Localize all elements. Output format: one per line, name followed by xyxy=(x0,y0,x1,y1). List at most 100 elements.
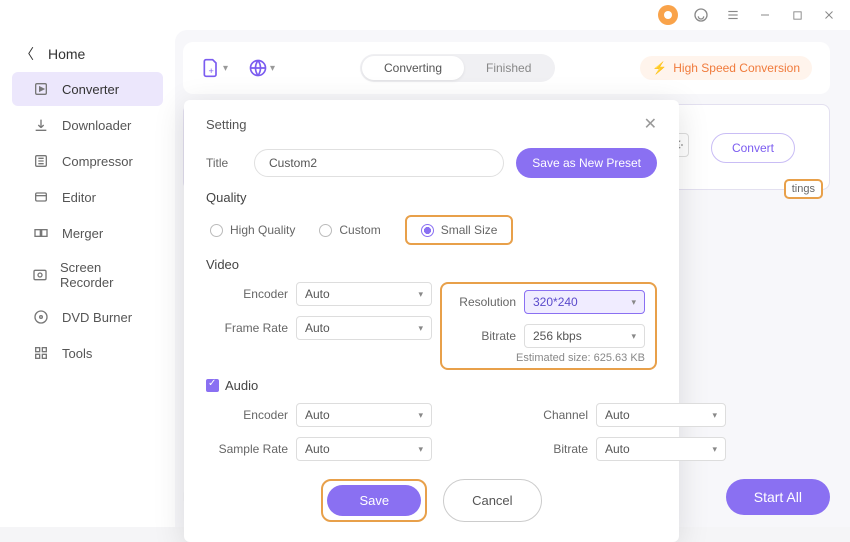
estimated-size-label: Estimated size: 625.63 KB xyxy=(452,352,645,364)
video-heading: Video xyxy=(206,257,657,272)
sample-rate-label: Sample Rate xyxy=(206,442,288,456)
chevron-down-icon: ▾ xyxy=(631,331,636,342)
content-toolbar: + ▾ ▾ Converting Finished ⚡ High Speed C… xyxy=(183,42,830,94)
add-file-icon[interactable]: + ▾ xyxy=(201,58,228,78)
sidebar-item-label: Converter xyxy=(62,82,119,97)
sidebar-item-dvd-burner[interactable]: DVD Burner xyxy=(12,300,163,334)
channel-select[interactable]: Auto▾ xyxy=(596,403,726,427)
quality-high-option[interactable]: High Quality xyxy=(210,215,295,245)
tab-finished[interactable]: Finished xyxy=(464,56,553,80)
sample-rate-select[interactable]: Auto▾ xyxy=(296,437,432,461)
radio-label: High Quality xyxy=(230,223,295,237)
sidebar-item-downloader[interactable]: Downloader xyxy=(12,108,163,142)
sidebar-item-label: Merger xyxy=(62,226,103,241)
resolution-select[interactable]: 320*240▾ xyxy=(524,290,645,314)
modal-header: Setting ✕ xyxy=(206,114,657,134)
tab-converting[interactable]: Converting xyxy=(362,56,464,80)
resolution-label: Resolution xyxy=(452,295,516,309)
tools-icon xyxy=(32,344,50,362)
sidebar-item-screen-recorder[interactable]: Screen Recorder xyxy=(12,252,163,298)
audio-encoder-select[interactable]: Auto▾ xyxy=(296,403,432,427)
home-label: Home xyxy=(48,46,85,62)
modal-actions: Save Cancel xyxy=(206,479,657,522)
high-speed-label: High Speed Conversion xyxy=(673,61,800,75)
video-bitrate-select[interactable]: 256 kbps▾ xyxy=(524,324,645,348)
modal-close-icon[interactable]: ✕ xyxy=(644,114,657,134)
lightning-icon: ⚡ xyxy=(652,61,667,75)
title-label: Title xyxy=(206,156,254,170)
quality-small-option[interactable]: Small Size xyxy=(405,215,514,245)
sidebar-item-label: Screen Recorder xyxy=(60,260,143,290)
audio-bitrate-select[interactable]: Auto▾ xyxy=(596,437,726,461)
chevron-down-icon: ▾ xyxy=(418,323,423,334)
add-url-icon[interactable]: ▾ xyxy=(248,58,275,78)
chevron-down-icon: ▾ xyxy=(631,297,636,308)
user-avatar-icon[interactable] xyxy=(658,5,678,25)
audio-form: Encoder Auto▾ Channel Auto▾ Sample Rate … xyxy=(206,403,657,461)
download-icon xyxy=(32,116,50,134)
audio-checkbox[interactable] xyxy=(206,379,219,392)
menu-icon[interactable] xyxy=(724,6,742,24)
compressor-icon xyxy=(32,152,50,170)
quality-radio-group: High Quality Custom Small Size xyxy=(206,215,657,245)
high-speed-badge[interactable]: ⚡ High Speed Conversion xyxy=(640,56,812,80)
home-back[interactable]: 〈 Home xyxy=(0,38,175,70)
tab-toggle: Converting Finished xyxy=(360,54,555,82)
sidebar-item-label: DVD Burner xyxy=(62,310,132,325)
settings-highlight-tag: tings xyxy=(784,179,823,199)
sidebar-item-label: Editor xyxy=(62,190,96,205)
frame-rate-label: Frame Rate xyxy=(206,321,288,335)
recorder-icon xyxy=(32,266,48,284)
dvd-icon xyxy=(32,308,50,326)
audio-heading-label: Audio xyxy=(225,378,258,393)
save-button[interactable]: Save xyxy=(327,485,421,516)
channel-label: Channel xyxy=(508,408,588,422)
save-preset-button[interactable]: Save as New Preset xyxy=(516,148,657,178)
support-icon[interactable] xyxy=(692,6,710,24)
chevron-down-icon: ▾ xyxy=(418,410,423,421)
audio-heading: Audio xyxy=(206,378,657,393)
sidebar-item-converter[interactable]: Converter xyxy=(12,72,163,106)
start-all-button[interactable]: Start All xyxy=(726,479,830,515)
add-icons: + ▾ ▾ xyxy=(201,58,275,78)
chevron-down-icon: ▾ xyxy=(223,63,228,74)
chevron-left-icon: 〈 xyxy=(20,44,34,64)
close-icon[interactable] xyxy=(820,6,838,24)
sidebar: 〈 Home Converter Downloader Compressor E… xyxy=(0,30,175,527)
sidebar-item-label: Tools xyxy=(62,346,92,361)
chevron-down-icon: ▾ xyxy=(712,444,717,455)
minimize-icon[interactable] xyxy=(756,6,774,24)
convert-button[interactable]: Convert xyxy=(711,133,795,163)
modal-title: Setting xyxy=(206,117,246,132)
quality-custom-option[interactable]: Custom xyxy=(319,215,380,245)
sidebar-item-label: Downloader xyxy=(62,118,131,133)
app-window: 〈 Home Converter Downloader Compressor E… xyxy=(0,0,850,527)
audio-encoder-label: Encoder xyxy=(206,408,288,422)
sidebar-item-editor[interactable]: Editor xyxy=(12,180,163,214)
sidebar-item-compressor[interactable]: Compressor xyxy=(12,144,163,178)
sidebar-item-label: Compressor xyxy=(62,154,133,169)
radio-icon xyxy=(421,224,434,237)
frame-rate-select[interactable]: Auto▾ xyxy=(296,316,432,340)
editor-icon xyxy=(32,188,50,206)
titlebar xyxy=(0,0,850,30)
radio-label: Small Size xyxy=(441,223,498,237)
chevron-down-icon: ▾ xyxy=(418,444,423,455)
video-encoder-label: Encoder xyxy=(206,287,288,301)
video-bitrate-label: Bitrate xyxy=(452,329,516,343)
settings-modal: Setting ✕ Title Save as New Preset Quali… xyxy=(184,100,679,542)
maximize-icon[interactable] xyxy=(788,6,806,24)
cancel-button[interactable]: Cancel xyxy=(443,479,541,522)
title-input[interactable] xyxy=(254,149,504,177)
audio-bitrate-label: Bitrate xyxy=(508,442,588,456)
video-encoder-select[interactable]: Auto▾ xyxy=(296,282,432,306)
radio-icon xyxy=(319,224,332,237)
svg-text:+: + xyxy=(209,66,214,76)
sidebar-item-tools[interactable]: Tools xyxy=(12,336,163,370)
sidebar-item-merger[interactable]: Merger xyxy=(12,216,163,250)
quality-heading: Quality xyxy=(206,190,657,205)
merger-icon xyxy=(32,224,50,242)
save-button-highlight: Save xyxy=(321,479,427,522)
radio-icon xyxy=(210,224,223,237)
chevron-down-icon: ▾ xyxy=(270,63,275,74)
